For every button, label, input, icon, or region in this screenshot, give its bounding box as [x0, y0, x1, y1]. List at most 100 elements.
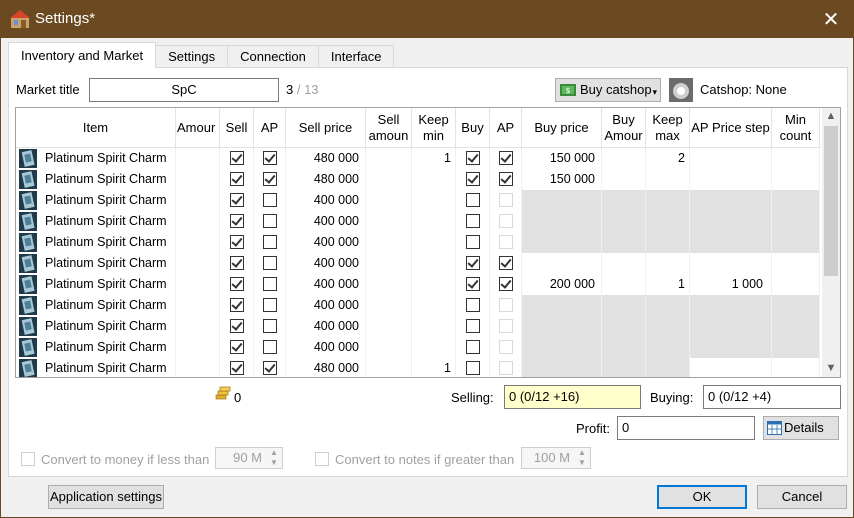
min-count-cell[interactable]	[772, 295, 820, 316]
column-header-buy[interactable]: Buy	[456, 108, 490, 148]
buy-price-cell[interactable]	[522, 358, 602, 377]
sell-ap-cell[interactable]	[254, 316, 286, 337]
sell-checkbox[interactable]	[230, 172, 244, 186]
sell-ap-checkbox[interactable]	[263, 361, 277, 375]
column-header-sell-amount[interactable]: Sell amoun	[366, 108, 412, 148]
buy-amount-cell[interactable]	[602, 211, 646, 232]
sell-ap-checkbox[interactable]	[263, 319, 277, 333]
buy-checkbox[interactable]	[466, 193, 480, 207]
column-header-sell[interactable]: Sell	[220, 108, 254, 148]
buy-ap-cell[interactable]	[490, 274, 522, 295]
sell-ap-cell[interactable]	[254, 337, 286, 358]
amount-cell[interactable]	[176, 295, 220, 316]
buy-checkbox[interactable]	[466, 235, 480, 249]
buy-ap-checkbox[interactable]	[499, 256, 513, 270]
buy-ap-cell[interactable]	[490, 190, 522, 211]
buy-cell[interactable]	[456, 295, 490, 316]
sell-price-cell[interactable]: 400 000	[286, 274, 366, 295]
keep-max-cell[interactable]	[646, 190, 690, 211]
sell-ap-checkbox[interactable]	[263, 340, 277, 354]
buy-checkbox[interactable]	[466, 256, 480, 270]
ap-price-step-cell[interactable]	[690, 316, 772, 337]
buy-amount-cell[interactable]	[602, 232, 646, 253]
keep-max-cell[interactable]: 2	[646, 148, 690, 169]
sell-price-cell[interactable]: 400 000	[286, 337, 366, 358]
sell-checkbox[interactable]	[230, 277, 244, 291]
sell-ap-checkbox[interactable]	[263, 193, 277, 207]
sell-cell[interactable]	[220, 295, 254, 316]
amount-cell[interactable]	[176, 253, 220, 274]
sell-price-cell[interactable]: 480 000	[286, 169, 366, 190]
sell-amount-cell[interactable]	[366, 295, 412, 316]
convert-to-notes-input[interactable]: 100 M ▲ ▼	[521, 447, 591, 469]
amount-cell[interactable]	[176, 148, 220, 169]
buy-ap-cell[interactable]	[490, 169, 522, 190]
buy-checkbox[interactable]	[466, 361, 480, 375]
keep-max-cell[interactable]	[646, 358, 690, 377]
keep-max-cell[interactable]	[646, 337, 690, 358]
sell-ap-cell[interactable]	[254, 169, 286, 190]
buy-ap-checkbox[interactable]	[499, 151, 513, 165]
buy-ap-cell[interactable]	[490, 295, 522, 316]
buy-cell[interactable]	[456, 211, 490, 232]
column-header-buy-price[interactable]: Buy price	[522, 108, 602, 148]
table-row[interactable]: Platinum Spirit Charm 480 000 1 150 000 2	[16, 148, 820, 169]
min-count-cell[interactable]	[772, 358, 820, 377]
buy-ap-checkbox[interactable]	[499, 235, 513, 249]
ap-price-step-cell[interactable]: 1 000	[690, 274, 772, 295]
grid-scrollbar[interactable]: ▲ ▼	[822, 108, 840, 377]
buy-checkbox[interactable]	[466, 340, 480, 354]
sell-ap-cell[interactable]	[254, 274, 286, 295]
sell-price-cell[interactable]: 400 000	[286, 232, 366, 253]
sell-checkbox[interactable]	[230, 235, 244, 249]
buy-cell[interactable]	[456, 337, 490, 358]
sell-cell[interactable]	[220, 358, 254, 377]
column-header-amount[interactable]: Amour	[176, 108, 220, 148]
item-name-cell[interactable]: Platinum Spirit Charm	[16, 274, 176, 295]
item-name-cell[interactable]: Platinum Spirit Charm	[16, 232, 176, 253]
column-header-sell-ap[interactable]: AP	[254, 108, 286, 148]
spin-arrows-icon[interactable]: ▲ ▼	[266, 448, 282, 468]
sell-checkbox[interactable]	[230, 256, 244, 270]
table-row[interactable]: Platinum Spirit Charm 400 000	[16, 337, 820, 358]
keep-max-cell[interactable]	[646, 232, 690, 253]
sell-checkbox[interactable]	[230, 319, 244, 333]
sell-price-cell[interactable]: 400 000	[286, 316, 366, 337]
buy-amount-cell[interactable]	[602, 337, 646, 358]
sell-cell[interactable]	[220, 253, 254, 274]
buy-price-cell[interactable]	[522, 211, 602, 232]
sell-ap-checkbox[interactable]	[263, 256, 277, 270]
buy-price-cell[interactable]	[522, 232, 602, 253]
keep-min-cell[interactable]	[412, 169, 456, 190]
sell-checkbox[interactable]	[230, 214, 244, 228]
tab-settings[interactable]: Settings	[155, 45, 229, 68]
item-name-cell[interactable]: Platinum Spirit Charm	[16, 358, 176, 377]
sell-ap-cell[interactable]	[254, 190, 286, 211]
table-row[interactable]: Platinum Spirit Charm 400 000	[16, 253, 820, 274]
buy-cell[interactable]	[456, 232, 490, 253]
keep-max-cell[interactable]	[646, 253, 690, 274]
keep-min-cell[interactable]: 1	[412, 358, 456, 377]
item-name-cell[interactable]: Platinum Spirit Charm	[16, 211, 176, 232]
buy-checkbox[interactable]	[466, 277, 480, 291]
sell-amount-cell[interactable]	[366, 253, 412, 274]
buy-amount-cell[interactable]	[602, 253, 646, 274]
scroll-down-icon[interactable]: ▼	[822, 360, 840, 377]
table-row[interactable]: Platinum Spirit Charm 480 000 1	[16, 358, 820, 377]
buy-price-cell[interactable]: 200 000	[522, 274, 602, 295]
buy-ap-checkbox[interactable]	[499, 340, 513, 354]
buy-ap-cell[interactable]	[490, 232, 522, 253]
buy-amount-cell[interactable]	[602, 190, 646, 211]
sell-cell[interactable]	[220, 190, 254, 211]
buy-cell[interactable]	[456, 316, 490, 337]
amount-cell[interactable]	[176, 274, 220, 295]
buy-price-cell[interactable]	[522, 253, 602, 274]
sell-price-cell[interactable]: 400 000	[286, 253, 366, 274]
sell-ap-cell[interactable]	[254, 232, 286, 253]
sell-checkbox[interactable]	[230, 193, 244, 207]
buy-catshop-button[interactable]: $ Buy catshop ▾	[555, 78, 661, 102]
sell-amount-cell[interactable]	[366, 169, 412, 190]
ap-price-step-cell[interactable]	[690, 295, 772, 316]
tab-interface[interactable]: Interface	[317, 45, 395, 68]
spin-arrows-icon[interactable]: ▲ ▼	[574, 448, 590, 468]
